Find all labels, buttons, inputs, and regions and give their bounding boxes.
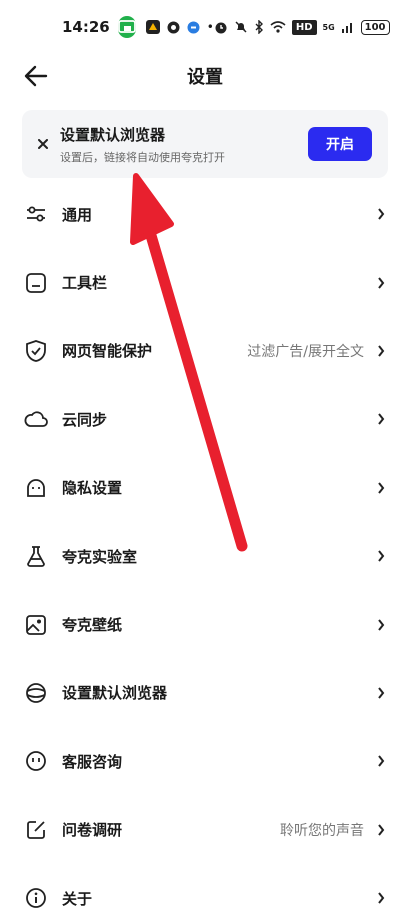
banner-title: 设置默认浏览器 — [60, 125, 166, 144]
wifi-icon — [270, 21, 286, 33]
settings-item-web-protection[interactable]: 网页智能保护 过滤广告/展开全文 — [0, 317, 410, 385]
settings-item-label: 问卷调研 — [62, 821, 123, 840]
chevron-right-icon — [376, 754, 386, 768]
chevron-right-icon — [376, 823, 386, 837]
chevron-right-icon — [376, 618, 386, 632]
status-bar: 14:26 • HD 5G 100 — [0, 0, 410, 54]
header-bar: 设置 — [0, 54, 410, 98]
alarm-icon — [215, 22, 227, 34]
back-button[interactable] — [22, 62, 50, 90]
sliders-icon — [24, 202, 48, 226]
chevron-right-icon — [376, 344, 386, 358]
dot-icon: • — [206, 20, 214, 34]
banner-close-button[interactable] — [34, 135, 52, 153]
close-icon — [38, 139, 48, 149]
app-notification-icon-2 — [167, 21, 180, 33]
mute-icon — [235, 21, 247, 33]
settings-item-label: 云同步 — [62, 410, 108, 429]
page-title: 设置 — [187, 67, 223, 88]
chevron-right-icon — [376, 686, 386, 700]
settings-item-survey[interactable]: 问卷调研 聆听您的声音 — [0, 796, 410, 864]
settings-item-lab[interactable]: 夸克实验室 — [0, 522, 410, 590]
settings-item-label: 夸克实验室 — [62, 547, 138, 566]
chevron-right-icon — [376, 481, 386, 495]
bluetooth-icon — [255, 20, 263, 34]
settings-item-label: 夸克壁纸 — [62, 616, 123, 635]
app-notification-icon-3 — [187, 21, 200, 33]
settings-item-value: 聆听您的声音 — [280, 822, 364, 839]
settings-item-label: 隐私设置 — [62, 479, 123, 498]
settings-item-customer-service[interactable]: 客服咨询 — [0, 727, 410, 795]
hd-badge: HD — [291, 19, 317, 35]
privacy-face-icon — [24, 476, 48, 500]
screen-cast-icon — [117, 16, 136, 38]
cloud-icon — [24, 407, 48, 431]
flask-icon — [24, 544, 48, 568]
service-icon — [24, 749, 48, 773]
signal-label: 5G — [322, 22, 335, 32]
chevron-right-icon — [376, 549, 386, 563]
settings-item-privacy[interactable]: 隐私设置 — [0, 454, 410, 522]
chevron-right-icon — [376, 891, 386, 905]
app-notification-icon — [145, 20, 160, 34]
settings-item-about[interactable]: 关于 — [0, 864, 410, 914]
chevron-right-icon — [376, 276, 386, 290]
settings-item-label: 客服咨询 — [62, 752, 123, 771]
info-icon — [24, 886, 48, 910]
settings-item-label: 设置默认浏览器 — [62, 684, 168, 703]
chevron-right-icon — [376, 207, 386, 221]
settings-item-general[interactable]: 通用 — [0, 180, 410, 248]
shield-check-icon — [24, 339, 48, 363]
signal-icon — [341, 23, 352, 33]
settings-item-wallpaper[interactable]: 夸克壁纸 — [0, 590, 410, 658]
status-time: 14:26 — [62, 18, 110, 36]
settings-item-value: 过滤广告/展开全文 — [247, 343, 364, 360]
chevron-right-icon — [376, 412, 386, 426]
settings-item-default-browser[interactable]: 设置默认浏览器 — [0, 659, 410, 727]
settings-item-label: 工具栏 — [62, 274, 108, 293]
banner-subtitle: 设置后，链接将自动使用夸克打开 — [60, 150, 225, 164]
edit-icon — [24, 818, 48, 842]
image-icon — [24, 613, 48, 637]
settings-item-cloud-sync[interactable]: 云同步 — [0, 385, 410, 453]
settings-item-toolbar[interactable]: 工具栏 — [0, 248, 410, 316]
settings-item-label: 通用 — [62, 205, 93, 224]
toolbar-icon — [24, 271, 48, 295]
settings-item-label: 网页智能保护 — [62, 342, 153, 361]
default-browser-banner: 设置默认浏览器 设置后，链接将自动使用夸克打开 开启 — [22, 110, 388, 178]
battery-indicator: 100 — [360, 19, 390, 35]
settings-list: 通用 工具栏 网页智能保护 过滤广告/展开全文 云同步 隐私设置 夸克实验室 夸… — [0, 180, 410, 914]
back-arrow-icon — [24, 65, 48, 87]
enable-button[interactable]: 开启 — [308, 127, 372, 161]
browser-icon — [24, 681, 48, 705]
settings-item-label: 关于 — [62, 889, 93, 908]
